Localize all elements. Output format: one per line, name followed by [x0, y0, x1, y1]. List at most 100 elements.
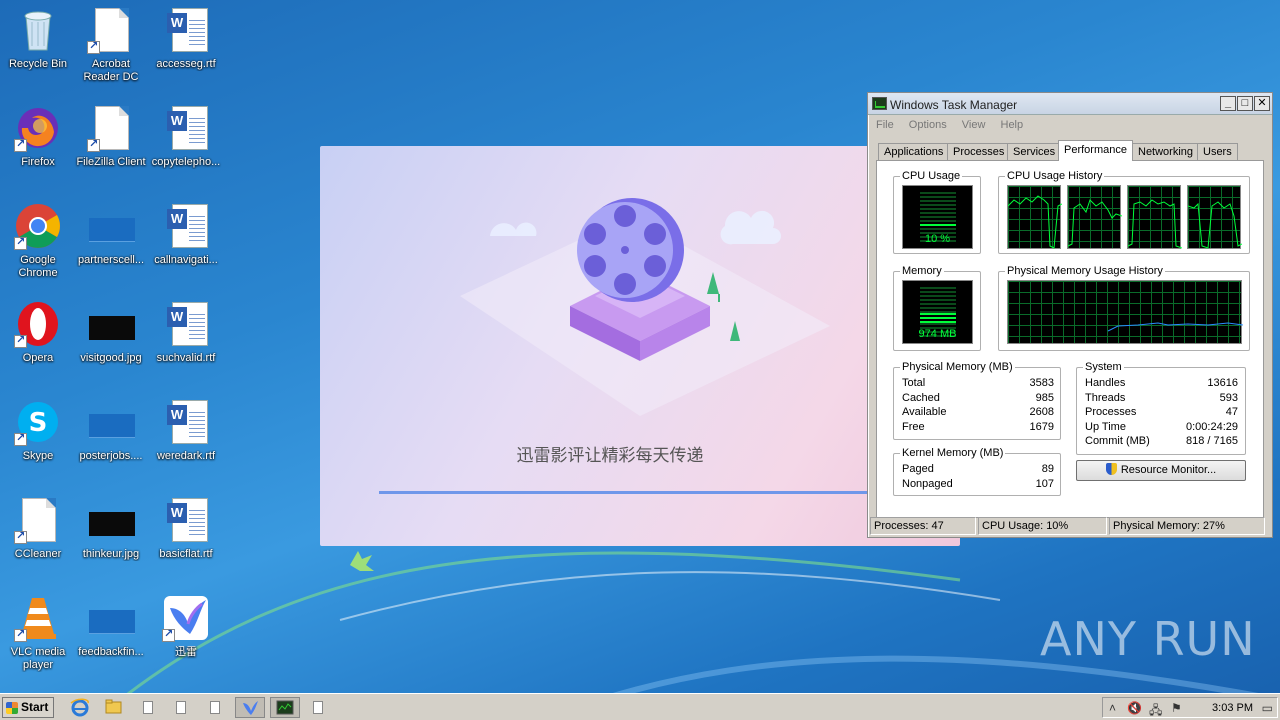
opera-icon — [14, 300, 62, 348]
shortcut-arrow-icon — [14, 529, 27, 544]
status-bar: Processes: 47 CPU Usage: 10% Physical Me… — [870, 517, 1270, 535]
cpu-usage-meter-fill — [920, 224, 956, 228]
status-memory: Physical Memory: 27% — [1109, 517, 1265, 535]
desktop-icon-opera[interactable]: Opera — [0, 300, 76, 365]
document-icon — [313, 701, 323, 714]
icon-label: suchvalid.rtf — [156, 352, 216, 364]
desktop-icon-weredark[interactable]: W weredark.rtf — [148, 398, 224, 463]
title-bar[interactable]: Windows Task Manager _ □ ✕ — [868, 93, 1272, 115]
desktop-icon-basicflat[interactable]: W basicflat.rtf — [148, 496, 224, 561]
icon-label: basicflat.rtf — [159, 548, 213, 560]
svg-text:S: S — [29, 408, 48, 438]
desktop-icon-acrobat[interactable]: Acrobat Reader DC — [73, 6, 149, 84]
shortcut-arrow-icon — [162, 627, 175, 642]
shortcut-arrow-icon — [14, 431, 27, 446]
action-center-flag-icon[interactable]: ⚑ — [1171, 701, 1182, 715]
resource-monitor-button[interactable]: Resource Monitor... — [1076, 460, 1246, 481]
taskbar-doc-button-3[interactable] — [202, 697, 226, 718]
taskbar-explorer-button[interactable] — [101, 697, 125, 718]
desktop-icon-posterjobs[interactable]: posterjobs.... — [73, 398, 149, 463]
cpu-history-graph-core-4 — [1187, 185, 1242, 249]
task-manager-icon — [276, 700, 294, 715]
start-button[interactable]: Start — [2, 697, 54, 718]
stat-row-handles: Handles 13616 — [1085, 377, 1238, 389]
desktop-icon-vlc[interactable]: VLC media player — [0, 594, 76, 672]
stat-row-available: Available 2608 — [902, 406, 1054, 418]
stat-row-free: Free 1679 — [902, 421, 1054, 433]
thunder-bird-icon — [162, 594, 210, 642]
desktop-icon-copytelepho[interactable]: W copytelepho... — [148, 104, 224, 169]
word-doc-icon: W — [162, 398, 210, 446]
word-doc-icon: W — [162, 202, 210, 250]
tab-users[interactable]: Users — [1197, 143, 1238, 160]
document-icon — [87, 104, 135, 152]
tab-networking[interactable]: Networking — [1132, 143, 1200, 160]
desktop-icon-skype[interactable]: S Skype — [0, 398, 76, 463]
stat-row-total: Total 3583 — [902, 377, 1054, 389]
taskbar-doc-button-1[interactable] — [135, 697, 159, 718]
close-button[interactable]: ✕ — [1254, 96, 1270, 111]
system-title: System — [1083, 361, 1124, 373]
image-thumbnail-icon — [87, 202, 135, 250]
desktop-icon-chrome[interactable]: Google Chrome — [0, 202, 76, 280]
desktop-icon-thinkeur[interactable]: thinkeur.jpg — [73, 496, 149, 561]
stat-row-cached: Cached 985 — [902, 392, 1054, 404]
memory-history-group: Physical Memory Usage History — [998, 265, 1250, 351]
volume-muted-icon[interactable]: 🔇 — [1127, 701, 1142, 715]
document-icon — [176, 701, 186, 714]
desktop-icon-callnavigati[interactable]: W callnavigati... — [148, 202, 224, 267]
show-desktop-icon[interactable]: ▭ — [1262, 701, 1273, 715]
vlc-icon — [14, 594, 62, 642]
desktop-icon-ccleaner[interactable]: CCleaner — [0, 496, 76, 561]
memory-meter-fill — [920, 313, 956, 323]
cpu-history-graph-core-2 — [1067, 185, 1122, 249]
taskbar-doc-button-2[interactable] — [168, 697, 192, 718]
desktop-icon-thunder[interactable]: 迅雷 — [148, 594, 224, 659]
skype-icon: S — [14, 398, 62, 446]
tab-applications[interactable]: Applications — [878, 143, 950, 160]
image-thumbnail-icon — [87, 594, 135, 642]
tab-performance[interactable]: Performance — [1058, 140, 1133, 161]
task-manager-window[interactable]: Windows Task Manager _ □ ✕ File Options … — [867, 92, 1273, 538]
task-manager-icon — [872, 97, 887, 110]
stat-row-threads: Threads 593 — [1085, 392, 1238, 404]
desktop-icon-filezilla[interactable]: FileZilla Client — [73, 104, 149, 169]
maximize-button[interactable]: □ — [1237, 96, 1253, 111]
desktop-icon-feedbackfin[interactable]: feedbackfin... — [73, 594, 149, 659]
desktop-icon-firefox[interactable]: Firefox — [0, 104, 76, 169]
taskbar-thunder-button[interactable] — [235, 697, 265, 718]
memory-title: Memory — [900, 265, 944, 277]
taskbar-doc-button-4[interactable] — [305, 697, 329, 718]
menu-options[interactable]: Options — [909, 119, 947, 131]
image-thumbnail-icon — [87, 398, 135, 446]
desktop-icon-visitgood[interactable]: visitgood.jpg — [73, 300, 149, 365]
menu-bar: File Options View Help — [868, 115, 1272, 135]
icon-label: FileZilla Client — [76, 156, 146, 168]
menu-help[interactable]: Help — [1001, 119, 1024, 131]
menu-view[interactable]: View — [962, 119, 986, 131]
thunder-splash-window: 迅雷影评让精彩每天传递 — [320, 146, 960, 546]
taskbar-ie-button[interactable] — [68, 697, 92, 718]
network-icon[interactable]: 🖧 — [1149, 701, 1162, 720]
cpu-usage-value: 10 % — [924, 233, 951, 245]
image-thumbnail-icon — [87, 300, 135, 348]
status-processes: Processes: 47 — [870, 517, 976, 535]
tray-expand-icon[interactable]: ˄ — [1109, 701, 1116, 715]
taskbar-clock[interactable]: 3:03 PM — [1212, 702, 1253, 714]
desktop-icon-recycle-bin[interactable]: Recycle Bin — [0, 6, 76, 71]
anyrun-watermark: ANY RUN — [1040, 612, 1256, 666]
desktop-icon-suchvalid[interactable]: W suchvalid.rtf — [148, 300, 224, 365]
desktop-icon-partnerscell[interactable]: partnerscell... — [73, 202, 149, 267]
memory-value: 974 MB — [918, 328, 957, 340]
taskbar-task-manager-button[interactable] — [270, 697, 300, 718]
word-doc-icon: W — [162, 300, 210, 348]
document-icon — [143, 701, 153, 714]
thunder-bird-icon — [243, 701, 258, 715]
tab-services[interactable]: Services — [1007, 143, 1062, 160]
tab-processes[interactable]: Processes — [947, 143, 1011, 160]
icon-label: copytelepho... — [151, 156, 221, 168]
desktop-icon-accesseg[interactable]: W accesseg.rtf — [148, 6, 224, 71]
minimize-button[interactable]: _ — [1220, 96, 1236, 111]
menu-file[interactable]: File — [876, 119, 894, 131]
icon-label: feedbackfin... — [78, 646, 144, 658]
